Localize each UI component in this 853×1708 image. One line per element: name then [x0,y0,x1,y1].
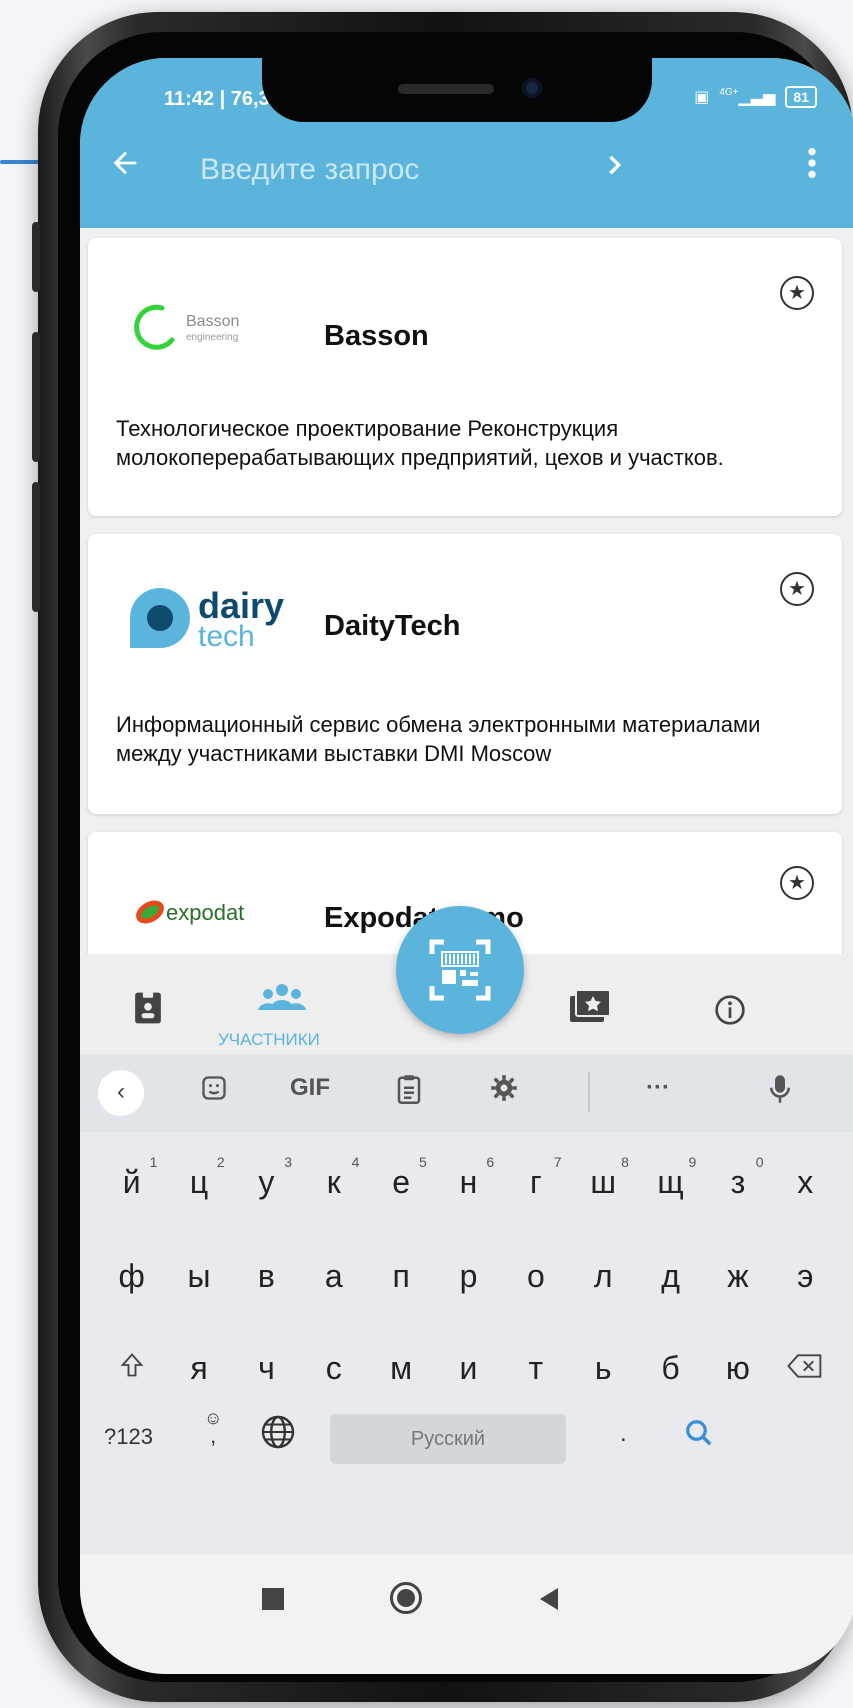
status-time: 11:42 | 76,3 [164,88,270,110]
exhibitor-description: Информационный сервис обмена электронным… [116,712,761,766]
key[interactable]: к4 [300,1154,367,1201]
nav-label-participants: УЧАСТНИКИ [218,1030,320,1049]
key[interactable]: м [367,1350,434,1388]
camera-notch [262,58,652,122]
symbols-key[interactable]: ?123 [104,1424,153,1450]
exhibitor-card-dairytech[interactable]: ★ dairy tech DaityTech Информационный се… [88,534,842,814]
key[interactable]: з0 [704,1154,771,1201]
chevron-right-icon[interactable] [600,148,628,190]
more-button[interactable]: ··· [646,1074,670,1102]
back-icon[interactable] [538,1586,560,1617]
key[interactable]: т [502,1350,569,1388]
key[interactable]: е5 [367,1154,434,1201]
key[interactable]: у3 [233,1154,300,1201]
search-key[interactable] [684,1418,714,1453]
favorite-star-icon[interactable]: ★ [780,276,814,310]
shift-key[interactable] [98,1350,165,1388]
qr-scan-icon [429,939,491,1001]
microphone-icon[interactable] [770,1074,790,1111]
svg-text:Basson: Basson [186,313,239,330]
signal-icon: 4G+▁▃▅ [719,87,776,106]
space-key[interactable]: Русский [330,1414,566,1464]
recent-apps-icon[interactable] [262,1588,284,1610]
exhibitor-name: Basson [324,320,429,352]
exhibitor-name: DaityTech [324,610,461,642]
key[interactable]: а [300,1258,367,1295]
svg-text:tech: tech [198,620,255,653]
key[interactable]: ч [233,1350,300,1388]
svg-text:engineering: engineering [186,332,238,343]
key[interactable]: ш8 [570,1154,637,1201]
more-vertical-icon[interactable] [807,146,817,186]
globe-icon[interactable] [260,1414,296,1455]
key[interactable]: д [637,1258,704,1295]
expodat-logo: expodat [134,892,284,937]
key[interactable]: л [570,1258,637,1295]
basson-logo: Basson engineering [128,298,278,363]
volume-button [32,332,40,462]
period-key[interactable]: . [620,1420,627,1448]
key[interactable]: ц2 [165,1154,232,1201]
backspace-key[interactable] [772,1350,839,1388]
status-icons: ▣ 4G+▁▃▅ 81 [694,86,817,108]
exhibitor-description: Технологическое проектирование Реконстру… [116,416,724,470]
key[interactable]: х [772,1164,839,1201]
home-icon[interactable] [390,1582,422,1614]
search-icon [686,1420,712,1446]
toolbar-divider [588,1072,590,1112]
keyboard-row-3: я ч с м и т ь б ю [80,1350,853,1388]
back-arrow-icon[interactable] [108,146,142,189]
settings-gear-icon[interactable] [490,1074,518,1109]
speaker-grille [398,84,494,94]
key[interactable]: ы [165,1258,232,1295]
key[interactable]: ж [704,1258,771,1295]
participants-icon[interactable] [258,982,306,1020]
keyboard-row-1: й1 ц2 у3 к4 е5 н6 г7 ш8 щ9 з0 х [80,1154,853,1201]
key[interactable]: р [435,1258,502,1295]
key[interactable]: с [300,1350,367,1388]
key[interactable]: я [165,1350,232,1388]
exhibitor-card-basson[interactable]: ★ Basson engineering Basson Технологичес… [88,238,842,516]
storage-icon: ▣ [694,89,710,106]
key[interactable]: й1 [98,1154,165,1201]
key[interactable]: ь [570,1350,637,1388]
volume-button [32,222,40,292]
sticker-icon[interactable] [200,1074,228,1109]
clipboard-icon[interactable] [396,1074,422,1111]
favorite-star-icon[interactable]: ★ [780,866,814,900]
screen: 11:42 | 76,3 ▣ 4G+▁▃▅ 81 Введите запрос … [80,58,853,1674]
key[interactable]: в [233,1258,300,1295]
dairytech-logo: dairy tech [122,580,302,659]
search-input[interactable] [200,148,560,192]
key[interactable]: и [435,1350,502,1388]
key[interactable]: п [367,1258,434,1295]
keyboard-row-2: ф ы в а п р о л д ж э [80,1258,853,1295]
key[interactable]: щ9 [637,1154,704,1201]
key[interactable]: н6 [435,1154,502,1201]
qr-scan-button[interactable] [396,906,524,1034]
phone-frame: 11:42 | 76,3 ▣ 4G+▁▃▅ 81 Введите запрос … [32,12,853,1702]
power-button [32,482,40,612]
system-navigation-bar [80,1554,853,1674]
key[interactable]: э [772,1258,839,1295]
gif-button[interactable]: GIF [290,1074,330,1102]
collapse-toolbar-button[interactable]: ‹ [98,1070,144,1116]
svg-text:expodat: expodat [166,900,244,925]
key[interactable]: о [502,1258,569,1295]
key[interactable]: ю [704,1350,771,1388]
battery-icon: 81 [785,86,817,108]
info-icon[interactable] [714,994,746,1034]
key[interactable]: б [637,1350,704,1388]
key[interactable]: г7 [502,1154,569,1201]
favorite-star-icon[interactable]: ★ [780,572,814,606]
emoji-comma-key[interactable]: ☺ , [204,1408,222,1447]
soft-keyboard: ‹ GIF ··· й1 ц2 у3 к 4 е 5 н 6 г 7 ш 8 щ… [80,1054,853,1554]
folder-star-icon[interactable] [570,989,611,1032]
badge-icon[interactable] [132,990,164,1034]
keyboard-toolbar: ‹ GIF ··· [80,1054,853,1132]
front-camera [522,78,542,98]
key[interactable]: ф [98,1258,165,1295]
